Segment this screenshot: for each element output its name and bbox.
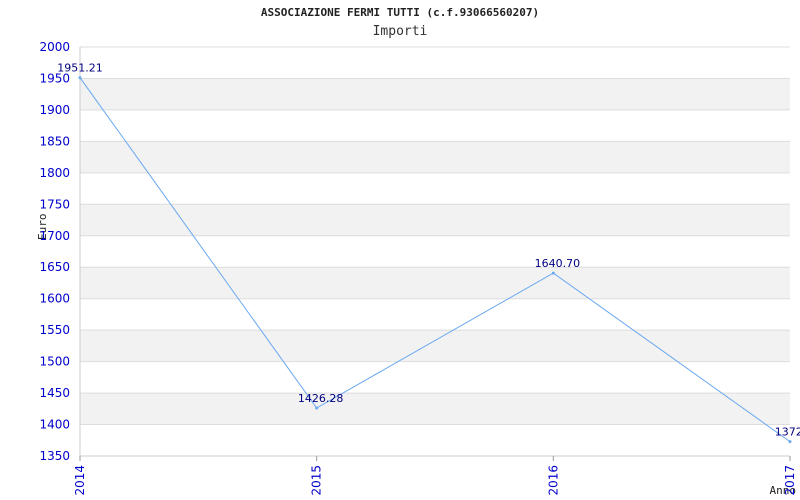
y-tick-label: 1550 — [39, 323, 70, 337]
data-label: 1951.21 — [57, 62, 103, 75]
y-tick-label: 1800 — [39, 166, 70, 180]
grid-band — [80, 393, 790, 425]
x-tick-label: 2016 — [546, 465, 560, 496]
x-tick-label: 2014 — [73, 465, 87, 496]
y-tick-label: 1650 — [39, 260, 70, 274]
data-point — [551, 271, 555, 275]
y-tick-label: 2000 — [39, 40, 70, 54]
data-point — [78, 76, 82, 80]
data-label: 1426.28 — [298, 392, 344, 405]
line-chart: 1350 1400 1450 1500 1550 1600 1650 1700 1750 1800… — [39, 40, 800, 496]
x-tick-label: 2017 — [783, 465, 797, 496]
y-tick-label: 1450 — [39, 386, 70, 400]
grid-band — [80, 78, 790, 110]
grid-band — [80, 330, 790, 362]
y-tick-label: 1400 — [39, 418, 70, 432]
grid-band — [80, 204, 790, 236]
y-tick-label: 1750 — [39, 197, 70, 211]
data-label: 1372.8 — [775, 426, 800, 439]
y-tick-label: 1500 — [39, 355, 70, 369]
series-line — [79, 77, 791, 443]
y-tick-label: 1350 — [39, 449, 70, 463]
data-point — [788, 440, 792, 444]
x-tick-label: 2015 — [310, 465, 324, 496]
y-tick-label: 1600 — [39, 292, 70, 306]
data-label: 1640.70 — [535, 257, 581, 270]
data-point — [315, 406, 319, 410]
grid-band — [80, 141, 790, 173]
y-tick-label: 1850 — [39, 134, 70, 148]
grid-band — [80, 267, 790, 299]
y-tick-label: 1700 — [39, 229, 70, 243]
y-tick-label: 1900 — [39, 103, 70, 117]
